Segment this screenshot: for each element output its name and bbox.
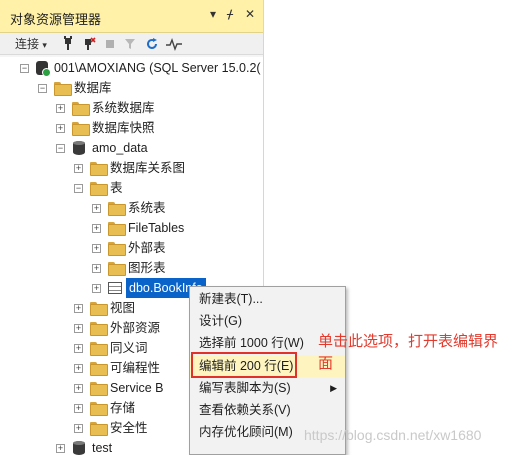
tree-node-graph-tables[interactable]: + 图形表 (0, 258, 263, 278)
server-label: 001\AMOXIANG (SQL Server 15.0.2( (54, 61, 261, 75)
pin-icon[interactable]: ᚋ (227, 7, 233, 21)
folder-icon (72, 122, 90, 136)
folder-icon (108, 222, 126, 236)
annotation-text: 单击此选项，打开表编辑界面 (318, 333, 499, 372)
expand-icon[interactable]: + (92, 264, 101, 273)
close-icon[interactable]: ✕ (245, 7, 255, 21)
folder-icon (90, 302, 108, 316)
filetables-label: FileTables (128, 221, 185, 235)
expand-icon[interactable]: + (74, 304, 83, 313)
db-name-label: amo_data (92, 141, 148, 155)
submenu-arrow-icon: ▶ (330, 383, 337, 393)
tree-node-server[interactable]: − 001\AMOXIANG (SQL Server 15.0.2( (0, 58, 263, 78)
tree-node-external-tables[interactable]: + 外部表 (0, 238, 263, 258)
expand-icon[interactable]: + (56, 444, 65, 453)
views-label: 视图 (110, 301, 136, 315)
expand-icon[interactable]: + (74, 404, 83, 413)
refresh-icon[interactable] (145, 36, 159, 52)
expand-icon[interactable]: + (92, 224, 101, 233)
red-highlight-box (191, 352, 297, 378)
folder-icon (90, 162, 108, 176)
expand-icon[interactable]: + (74, 424, 83, 433)
stop-icon[interactable] (104, 36, 116, 52)
graph-tables-label: 图形表 (128, 261, 166, 275)
script-table-as-label: 编写表脚本为(S) (199, 381, 291, 395)
panel-title-bar: 对象资源管理器 ▾ ᚋ ✕ (0, 0, 263, 33)
folder-icon (108, 202, 126, 216)
folder-icon (90, 382, 108, 396)
tree-node-system-tables[interactable]: + 系统表 (0, 198, 263, 218)
folder-icon (90, 342, 108, 356)
server-icon (36, 61, 51, 77)
tree-node-db-diagrams[interactable]: + 数据库关系图 (0, 158, 263, 178)
expand-icon[interactable]: + (92, 244, 101, 253)
connect-label: 连接 (15, 37, 40, 51)
folder-icon (90, 182, 108, 196)
expand-icon[interactable]: + (74, 344, 83, 353)
menu-item-design[interactable]: 设计(G) (190, 310, 345, 332)
filter-icon[interactable] (124, 36, 136, 52)
folder-icon (72, 102, 90, 116)
dropdown-icon[interactable]: ▾ (210, 7, 216, 21)
external-resources-label: 外部资源 (110, 321, 161, 335)
menu-item-script-table-as[interactable]: 编写表脚本为(S) ▶ (190, 377, 345, 399)
folder-icon (90, 402, 108, 416)
tree-node-db-snapshots[interactable]: + 数据库快照 (0, 118, 263, 138)
security-label: 安全性 (110, 421, 148, 435)
tree-node-databases[interactable]: − 数据库 (0, 78, 263, 98)
tree-node-tables[interactable]: − 表 (0, 178, 263, 198)
expand-icon[interactable]: + (74, 324, 83, 333)
watermark: https://blog.csdn.net/xw1680 (304, 427, 482, 443)
expand-icon[interactable]: + (74, 384, 83, 393)
connect-icon[interactable] (62, 36, 74, 52)
database-icon (73, 141, 85, 155)
system-databases-label: 系统数据库 (92, 101, 155, 115)
folder-icon (90, 362, 108, 376)
db-snapshots-label: 数据库快照 (92, 121, 155, 135)
expand-icon[interactable]: + (74, 164, 83, 173)
expand-icon[interactable]: + (92, 204, 101, 213)
synonyms-label: 同义词 (110, 341, 148, 355)
storage-label: 存储 (110, 401, 136, 415)
test-db-label: test (92, 441, 113, 455)
programmability-label: 可编程性 (110, 361, 161, 375)
collapse-icon[interactable]: − (20, 64, 29, 73)
folder-icon (54, 82, 72, 96)
collapse-icon[interactable]: − (38, 84, 47, 93)
tree-node-filetables[interactable]: + FileTables (0, 218, 263, 238)
databases-label: 数据库 (74, 81, 112, 95)
database-icon (73, 441, 85, 455)
tree-node-system-databases[interactable]: + 系统数据库 (0, 98, 263, 118)
expand-icon[interactable]: + (56, 104, 65, 113)
collapse-icon[interactable]: − (74, 184, 83, 193)
explorer-toolbar: 连接 ▾ (0, 33, 263, 55)
system-tables-label: 系统表 (128, 201, 166, 215)
tables-label: 表 (110, 181, 123, 195)
table-icon (108, 282, 122, 294)
disconnect-icon[interactable] (82, 36, 96, 52)
service-broker-label: Service B (110, 381, 164, 395)
activity-monitor-icon[interactable] (166, 36, 182, 52)
chevron-down-icon: ▾ (42, 40, 47, 50)
expand-icon[interactable]: + (56, 124, 65, 133)
menu-item-view-dependencies[interactable]: 查看依赖关系(V) (190, 399, 345, 421)
menu-item-new-table[interactable]: 新建表(T)... (190, 288, 345, 310)
folder-icon (108, 262, 126, 276)
panel-title: 对象资源管理器 (10, 12, 102, 27)
folder-icon (90, 422, 108, 436)
collapse-icon[interactable]: − (56, 144, 65, 153)
connect-button[interactable]: 连接 ▾ (15, 36, 47, 52)
expand-icon[interactable]: + (92, 284, 101, 293)
folder-icon (108, 242, 126, 256)
tree-node-amo-data[interactable]: − amo_data (0, 138, 263, 158)
folder-icon (90, 322, 108, 336)
db-diagrams-label: 数据库关系图 (110, 161, 186, 175)
expand-icon[interactable]: + (74, 364, 83, 373)
external-tables-label: 外部表 (128, 241, 166, 255)
